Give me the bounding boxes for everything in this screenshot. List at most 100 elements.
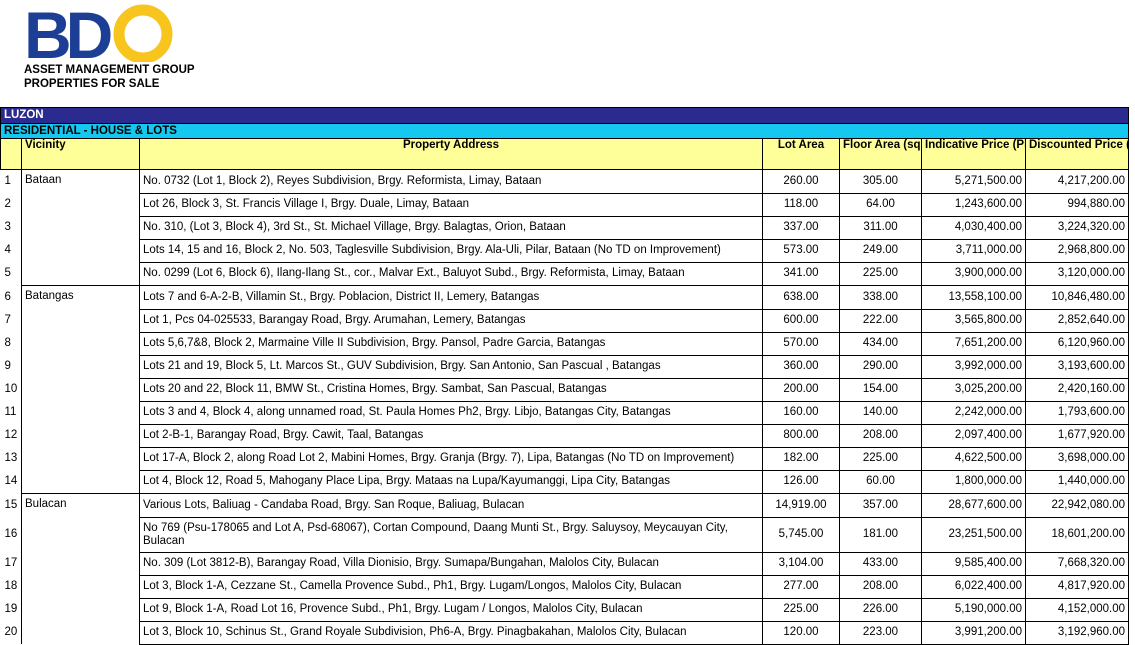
lot-area-cell: 570.00 [762,331,840,356]
row-number: 15 [4,498,18,511]
vicinity-cell [21,424,140,447]
lot-area-cell: 126.00 [762,469,840,494]
vicinity-cell [21,309,140,332]
indicative-price-cell: 6,022,400.00 [921,574,1026,599]
floor-area-cell: 311.00 [839,215,922,240]
discounted-price-cell: 6,120,960.00 [1024,331,1130,356]
address-cell: No. 0299 (Lot 6, Block 6), Ilang-Ilang S… [139,261,763,286]
row-number: 17 [4,557,18,569]
row-number: 4 [4,244,11,256]
header-floor-area: Floor Area (sqms.) [839,138,922,170]
lot-area-cell: 360.00 [762,354,840,379]
lot-area-cell: 5,745.00 [762,516,840,553]
indicative-price-cell: 2,097,400.00 [921,423,1026,448]
row-number: 8 [4,337,11,349]
floor-area-cell: 225.00 [839,261,922,286]
table-row: 20 Lot 3, Block 10, Schinus St., Grand Ro… [1,620,1130,645]
row-number: 20 [4,626,18,638]
indicative-price-cell: 3,991,200.00 [921,620,1026,645]
indicative-price-cell: 5,271,500.00 [921,169,1026,194]
header-address: Property Address [139,138,763,170]
table-row: 9 Lots 21 and 19, Block 5, Lt. Marcos St.… [1,354,1130,379]
properties-table: LUZON RESIDENTIAL - HOUSE & LOTS Vicinit… [0,107,1130,645]
vicinity-cell [21,401,140,424]
row-number: 9 [4,360,11,372]
lot-area-cell: 118.00 [762,192,840,217]
vicinity-cell [21,517,140,552]
vicinity-cell [21,552,140,575]
discounted-price-cell: 2,852,640.00 [1024,308,1130,333]
indicative-price-cell: 1,243,600.00 [921,192,1026,217]
floor-area-cell: 433.00 [839,551,922,576]
discounted-price-cell: 18,601,200.00 [1024,516,1130,553]
org-line-2: PROPERTIES FOR SALE [24,78,160,90]
header-discounted-price: Discounted Price (Php) [1024,138,1130,170]
indicative-price-cell: 3,025,200.00 [921,377,1026,402]
address-cell: No. 309 (Lot 3812-B), Barangay Road, Vil… [139,551,763,576]
indicative-price-cell: 4,622,500.00 [921,446,1026,471]
column-header-row: Vicinity Property Address Lot Area Floor… [0,138,1130,170]
vicinity-cell [21,262,140,286]
row-number: 3 [4,221,11,233]
indicative-price-cell: 7,651,200.00 [921,331,1026,356]
indicative-price-cell: 3,900,000.00 [921,261,1026,286]
bdo-logo: BD [24,2,173,62]
row-number: 5 [4,267,11,280]
row-number: 12 [4,429,18,441]
vicinity-cell [21,332,140,355]
row-number: 16 [4,528,18,540]
table-row: 17 No. 309 (Lot 3812-B), Barangay Road, V… [1,551,1130,576]
indicative-price-cell: 9,585,400.00 [921,551,1026,576]
discounted-price-cell: 2,420,160.00 [1024,377,1130,402]
discounted-price-cell: 1,440,000.00 [1024,469,1130,494]
row-number: 14 [4,475,18,488]
table-row: 8 Lots 5,6,7&8, Block 2, Marmaine Ville I… [1,331,1130,356]
lot-area-cell: 14,919.00 [762,493,840,518]
table-row: 7 Lot 1, Pcs 04-025533, Barangay Road, Br… [1,308,1130,333]
address-cell: No 769 (Psu-178065 and Lot A, Psd-68067)… [139,516,763,553]
floor-area-cell: 290.00 [839,354,922,379]
table-row: 10 Lots 20 and 22, Block 11, BMW St., Cri… [1,377,1130,402]
floor-area-cell: 154.00 [839,377,922,402]
indicative-price-cell: 2,242,000.00 [921,400,1026,425]
address-cell: Lots 20 and 22, Block 11, BMW St., Crist… [139,377,763,402]
category-label: RESIDENTIAL - HOUSE & LOTS [0,123,1130,139]
address-cell: Lot 4, Block 12, Road 5, Mahogany Place … [139,469,763,494]
floor-area-cell: 357.00 [839,493,922,518]
indicative-price-cell: 23,251,500.00 [921,516,1026,553]
address-cell: Lots 7 and 6-A-2-B, Villamin St., Brgy. … [139,285,763,310]
discounted-price-cell: 22,942,080.00 [1024,493,1130,518]
table-row: 2 Lot 26, Block 3, St. Francis Village I,… [1,192,1130,217]
discounted-price-cell: 1,677,920.00 [1024,423,1130,448]
discounted-price-cell: 3,193,600.00 [1024,354,1130,379]
floor-area-cell: 223.00 [839,620,922,645]
table-row: 6 Batangas Lots 7 and 6-A-2-B, Villamin St… [1,285,1130,310]
header-lot-area: Lot Area [762,138,840,170]
indicative-price-cell: 13,558,100.00 [921,285,1026,310]
floor-area-cell: 208.00 [839,423,922,448]
header-indicative-price: Indicative Price (Php) [921,138,1026,170]
floor-area-cell: 208.00 [839,574,922,599]
floor-area-cell: 226.00 [839,597,922,622]
address-cell: Lot 2-B-1, Barangay Road, Brgy. Cawit, T… [139,423,763,448]
lot-area-cell: 225.00 [762,597,840,622]
table-row: 16 No 769 (Psu-178065 and Lot A, Psd-6806… [1,516,1130,553]
table-row: 5 No. 0299 (Lot 6, Block 6), Ilang-Ilang … [1,261,1130,286]
vicinity-cell [21,470,140,494]
row-number: 7 [4,314,11,326]
lot-area-cell: 573.00 [762,238,840,263]
address-cell: Lot 3, Block 1-A, Cezzane St., Camella P… [139,574,763,599]
address-cell: No. 310, (Lot 3, Block 4), 3rd St., St. … [139,215,763,240]
region-header-row: LUZON [0,107,1130,124]
row-number: 18 [4,580,18,592]
discounted-price-cell: 3,192,960.00 [1024,620,1130,645]
vicinity-cell [21,598,140,621]
address-cell: Lots 3 and 4, Block 4, along unnamed roa… [139,400,763,425]
table-row: 1 Bataan No. 0732 (Lot 1, Block 2), Reyes … [1,169,1130,194]
address-cell: Lot 9, Block 1-A, Road Lot 16, Provence … [139,597,763,622]
header-vicinity: Vicinity [21,138,140,170]
discounted-price-cell: 3,120,000.00 [1024,261,1130,286]
indicative-price-cell: 1,800,000.00 [921,469,1026,494]
vicinity-cell [21,378,140,401]
row-number: 13 [4,452,18,464]
